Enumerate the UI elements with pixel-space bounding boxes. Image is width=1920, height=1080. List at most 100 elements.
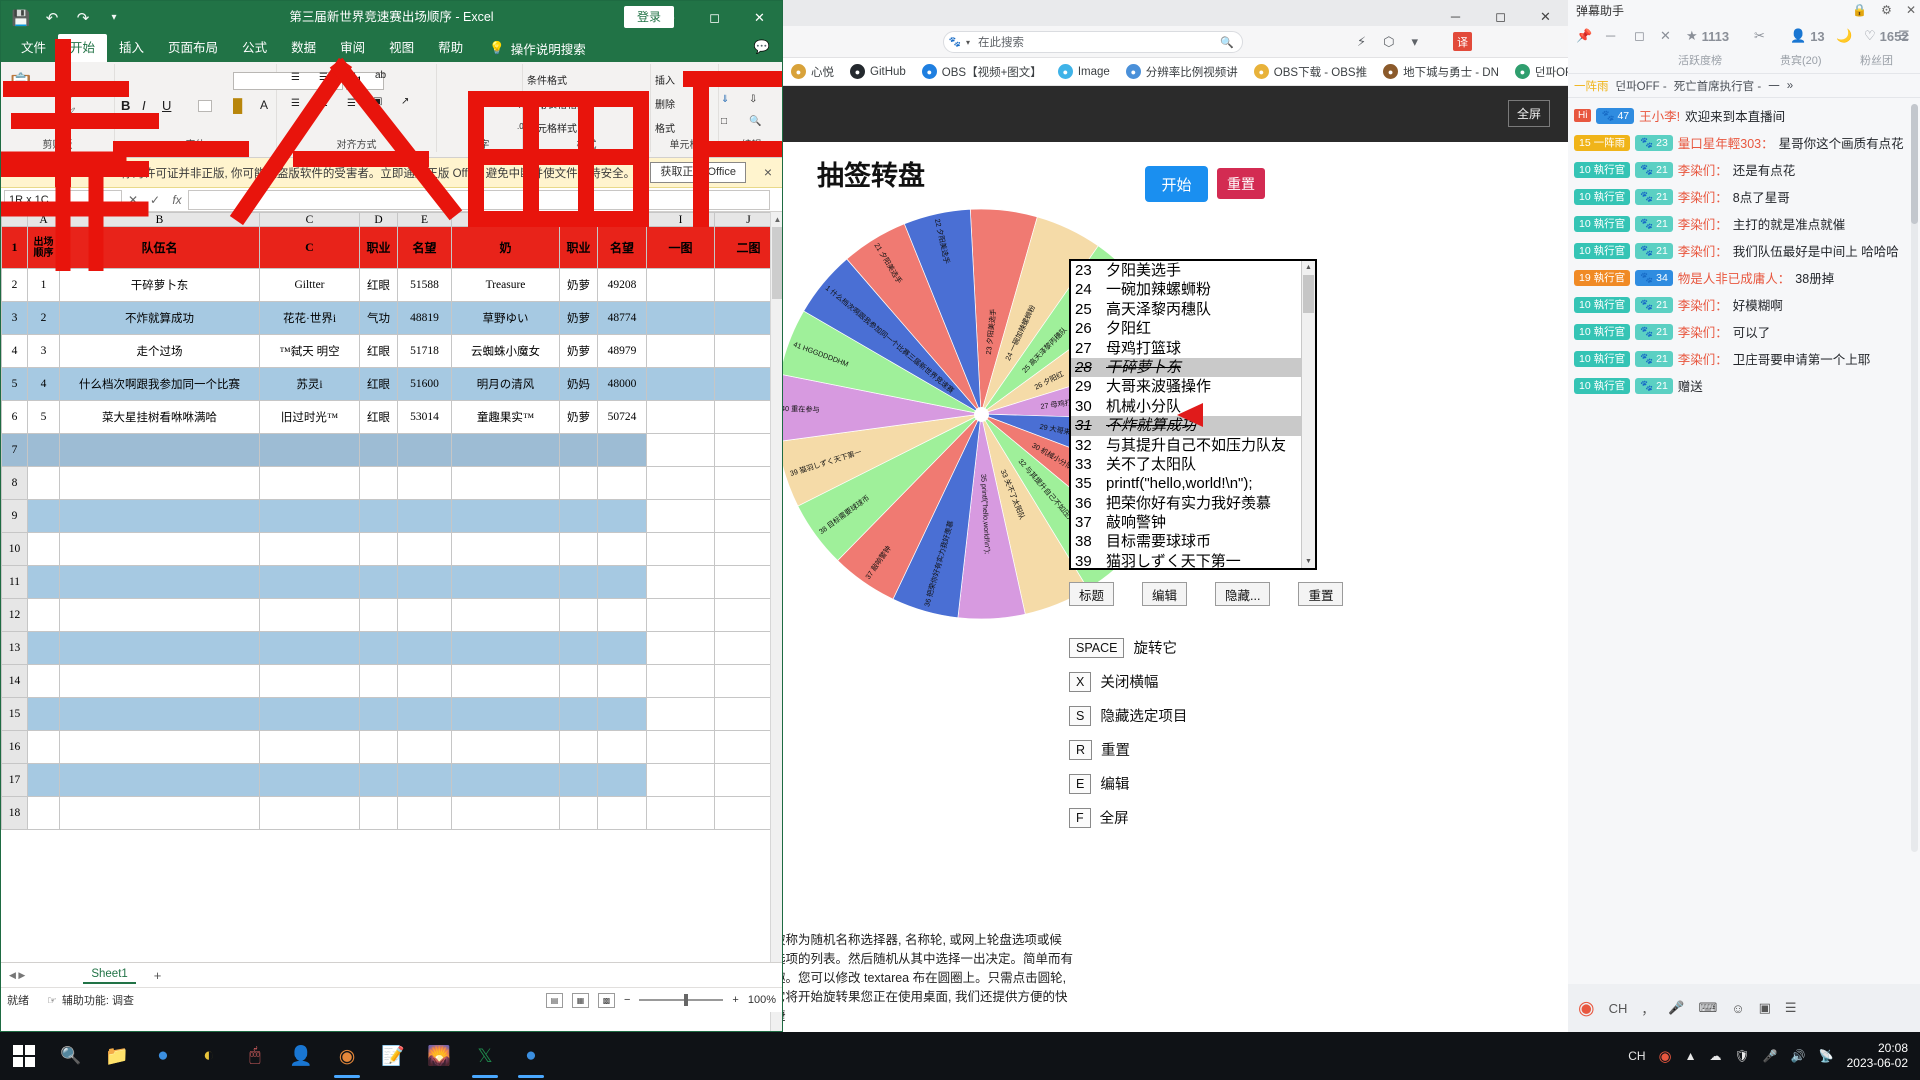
table-row[interactable]: 5 4 什么档次啊跟我参加同一个比赛 苏灵i 红眼 51600 明月の清风 奶妈 48000 bbox=[1, 367, 782, 401]
column-header-c[interactable]: C bbox=[259, 212, 360, 227]
bookmark-item[interactable]: ● OBS下载 - OBS推 bbox=[1253, 64, 1367, 80]
excel-window[interactable]: 💾 ↶ ↷ ▾ 第三届新世界竞速赛出场顺序 - Excel 登录 ─ ◻ ✕ 文… bbox=[0, 0, 783, 1032]
table-row[interactable]: 3 2 不炸就算成功 花花·世界i 气功 48819 草野ゆい 奶萝 48774 bbox=[1, 301, 782, 335]
cell-empty[interactable] bbox=[259, 598, 360, 632]
danmu-username[interactable]: 物是人非已成庸人： bbox=[1678, 268, 1791, 287]
danmu-tag[interactable]: » bbox=[1787, 80, 1793, 92]
cell-empty[interactable] bbox=[359, 466, 398, 500]
list-scrollbar[interactable]: ▲ ▼ bbox=[1301, 261, 1315, 568]
cell-empty[interactable] bbox=[597, 532, 647, 566]
cell-empty[interactable] bbox=[27, 664, 60, 698]
chevron-down-icon[interactable]: ▾ bbox=[1411, 34, 1418, 50]
grid-vertical-scrollbar[interactable]: ▲ bbox=[770, 212, 782, 1031]
table-row-empty[interactable]: 9 bbox=[1, 499, 782, 533]
cell-empty[interactable] bbox=[397, 532, 452, 566]
folder-icon[interactable]: 📁 bbox=[94, 1032, 140, 1080]
sheet-nav-icons[interactable]: ◀ ▶ bbox=[9, 970, 25, 981]
page-layout-view-button[interactable]: ▦ bbox=[571, 992, 589, 1008]
activity-rank-label[interactable]: 活跃度榜 bbox=[1678, 52, 1722, 68]
table-row-empty[interactable]: 16 bbox=[1, 730, 782, 764]
danmu-tag[interactable]: 死亡首席执行官 - bbox=[1674, 78, 1762, 94]
cell-empty[interactable] bbox=[646, 433, 715, 467]
zoom-level-label[interactable]: 100% bbox=[748, 994, 776, 1006]
row-header-3[interactable]: 3 bbox=[1, 301, 28, 335]
ribbon-group-number[interactable]: 常规 % , .00→ 数字 bbox=[437, 64, 544, 152]
cell-empty[interactable] bbox=[59, 730, 260, 764]
ime-toolbar[interactable]: ◉ CH ， 🎤 ⌨ ☺ ▣ ☰ bbox=[1568, 984, 1920, 1032]
search-icon[interactable]: 🔍 bbox=[1220, 36, 1234, 49]
minimize-button[interactable]: ─ bbox=[647, 1, 692, 34]
cell-healer[interactable]: 明月の清风 bbox=[451, 367, 560, 401]
cell-empty[interactable] bbox=[259, 499, 360, 533]
cell-healer[interactable]: 草野ゆい bbox=[451, 301, 560, 335]
cell-map1[interactable] bbox=[646, 334, 715, 368]
cell-empty[interactable] bbox=[27, 565, 60, 599]
excel-icon[interactable]: 𝕏 bbox=[462, 1032, 508, 1080]
cell-styles-button[interactable]: 单元格样式 bbox=[527, 120, 577, 135]
formula-bar[interactable]: 1R x 1C ✕ ✓ fx bbox=[1, 188, 782, 212]
photos-icon[interactable]: 🌄 bbox=[416, 1032, 462, 1080]
comment-icon[interactable]: 💬 bbox=[754, 39, 770, 55]
restore-icon[interactable]: ◻ bbox=[1634, 28, 1645, 44]
cell-empty[interactable] bbox=[397, 631, 452, 665]
cell-empty[interactable] bbox=[27, 631, 60, 665]
cell-empty[interactable] bbox=[597, 664, 647, 698]
cell-empty[interactable] bbox=[451, 631, 560, 665]
cell-fame2[interactable]: 49208 bbox=[597, 268, 647, 302]
ime-mic-icon[interactable]: 🎤 bbox=[1668, 1000, 1684, 1016]
cell-empty[interactable] bbox=[451, 466, 560, 500]
cell-empty[interactable] bbox=[646, 532, 715, 566]
cell-fame1[interactable]: 51600 bbox=[397, 367, 452, 401]
row-header-4[interactable]: 4 bbox=[1, 334, 28, 368]
cell-empty[interactable] bbox=[646, 598, 715, 632]
cell-map1[interactable] bbox=[646, 367, 715, 401]
autosum-icon[interactable]: Σ bbox=[721, 72, 727, 83]
row-header-16[interactable]: 16 bbox=[1, 730, 28, 764]
cell-empty[interactable] bbox=[59, 466, 260, 500]
obs-icon[interactable]: ◉ bbox=[324, 1032, 370, 1080]
scroll-up-icon[interactable]: ▲ bbox=[1302, 261, 1315, 274]
cell-empty[interactable] bbox=[59, 433, 260, 467]
delete-cells-button[interactable]: 删除 bbox=[655, 96, 675, 111]
tab-review[interactable]: 审阅 bbox=[328, 34, 377, 62]
tab-insert[interactable]: 插入 bbox=[107, 34, 156, 62]
cell-healer[interactable]: 童趣果实™ bbox=[451, 400, 560, 434]
cloud-icon[interactable]: ☁ bbox=[1710, 1049, 1722, 1063]
close-button[interactable]: ✕ bbox=[737, 1, 782, 34]
fans-label[interactable]: 粉丝团 bbox=[1860, 52, 1893, 68]
list-item[interactable]: 36 把荣你好有实力我好羡慕 bbox=[1071, 494, 1315, 513]
shield-icon[interactable]: 🛡 bbox=[1735, 1049, 1750, 1063]
align-center-icon[interactable]: ☰ bbox=[319, 98, 328, 109]
page-break-view-button[interactable]: ▩ bbox=[597, 992, 615, 1008]
list-item[interactable]: 38 目标需要球球币 bbox=[1071, 532, 1315, 551]
zoom-out-button[interactable]: − bbox=[624, 994, 630, 1006]
cell-empty[interactable] bbox=[259, 763, 360, 797]
font-color-icon[interactable]: A bbox=[260, 98, 268, 112]
cell-empty[interactable] bbox=[359, 565, 398, 599]
bookmarks-bar[interactable]: ● 心悦 ● GitHub ● OBS【视频+图文】 ● Image ● 分辨率比例视频讲 ● OBS… bbox=[783, 58, 1568, 86]
danmu-username[interactable]: 李染们： bbox=[1678, 349, 1728, 368]
cell-empty[interactable] bbox=[397, 433, 452, 467]
cell-empty[interactable] bbox=[27, 466, 60, 500]
cell-empty[interactable] bbox=[59, 631, 260, 665]
ime-punct-icon[interactable]: ， bbox=[1641, 999, 1654, 1018]
mouse-icon[interactable]: 🖱 bbox=[232, 1032, 278, 1080]
sheet-tab-bar[interactable]: ◀ ▶ Sheet1 + bbox=[1, 962, 782, 987]
danmu-scrollbar[interactable] bbox=[1911, 104, 1918, 852]
ribbon-tabs[interactable]: 文件 开始 插入 页面布局 公式 数据 审阅 视图 帮助 💡 操作说明搜索 💬 bbox=[1, 34, 782, 62]
list-item[interactable]: 24 一碗加辣螺蛳粉 bbox=[1071, 280, 1315, 299]
ribbon-group-font[interactable]: 11 B I U █ A 字体 bbox=[115, 64, 384, 152]
cell-empty[interactable] bbox=[359, 631, 398, 665]
bookmark-item[interactable]: ● 心悦 bbox=[791, 64, 834, 80]
danmu-tag[interactable]: 一阵雨 bbox=[1574, 78, 1609, 94]
cell-empty[interactable] bbox=[559, 697, 598, 731]
cell-class2[interactable]: 奶萝 bbox=[559, 400, 598, 434]
column-header-h[interactable]: H bbox=[597, 212, 647, 227]
bold-icon[interactable]: B bbox=[121, 98, 130, 113]
chrome-icon[interactable]: ◐ bbox=[186, 1032, 232, 1080]
list-item[interactable]: 23 夕阳美选手 bbox=[1071, 261, 1315, 280]
cell-empty[interactable] bbox=[646, 565, 715, 599]
cell-class2[interactable]: 奶妈 bbox=[559, 367, 598, 401]
cell-empty[interactable] bbox=[597, 598, 647, 632]
search-input[interactable]: 🐾 ▾ 在此搜索 🔍 bbox=[943, 31, 1243, 53]
